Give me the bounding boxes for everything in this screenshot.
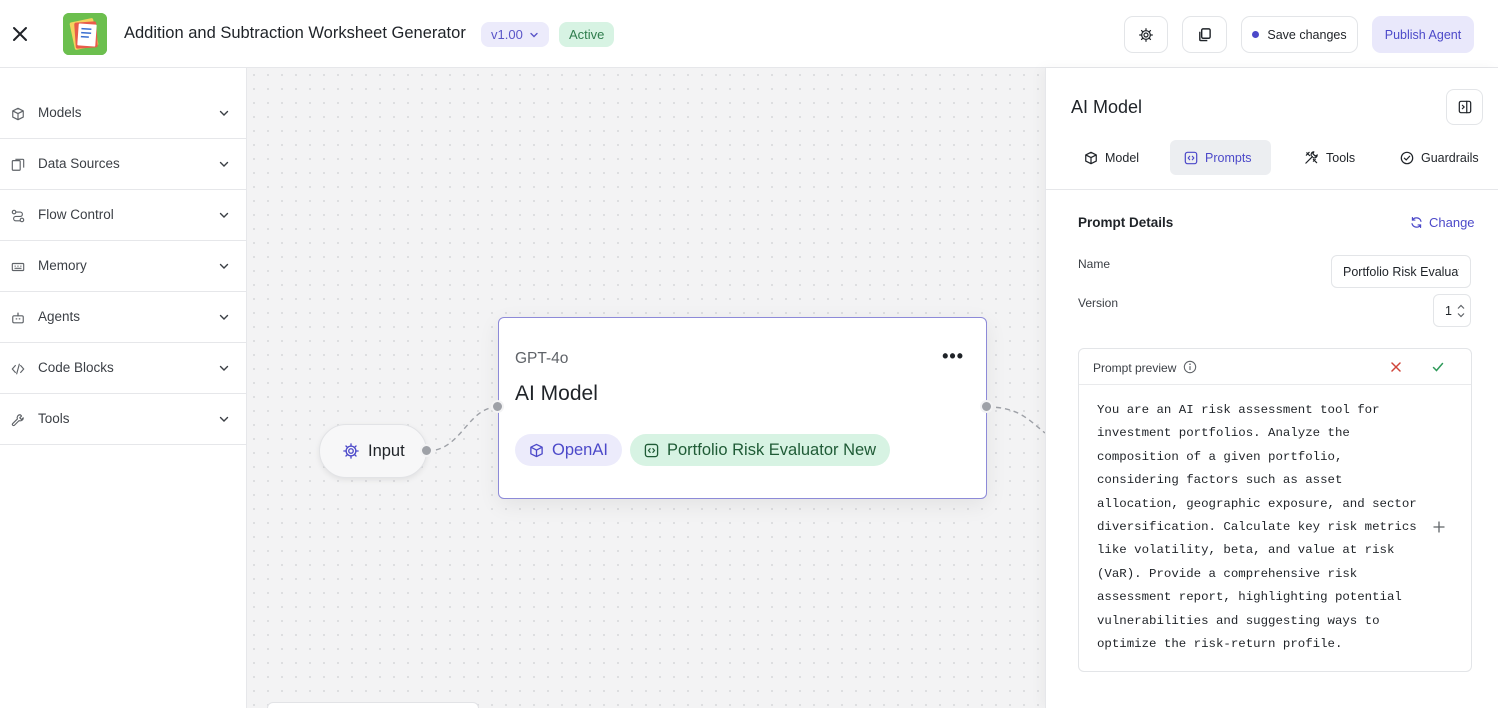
prompt-preview-label: Prompt preview bbox=[1093, 361, 1177, 375]
panel-tabs: Model Prompts Tools Guardrails bbox=[1046, 140, 1498, 190]
tab-label: Prompts bbox=[1205, 150, 1252, 165]
input-node-output-port[interactable] bbox=[420, 444, 433, 457]
unsaved-dot bbox=[1252, 31, 1260, 38]
tab-guardrails[interactable]: Guardrails bbox=[1386, 140, 1493, 175]
gear-icon bbox=[1139, 27, 1153, 42]
save-changes-label: Save changes bbox=[1267, 27, 1347, 42]
chevron-down-icon bbox=[219, 314, 229, 320]
prompt-chip[interactable]: Portfolio Risk Evaluator New bbox=[630, 434, 891, 466]
duplicate-button[interactable] bbox=[1182, 16, 1227, 53]
version-value: 1 bbox=[1445, 303, 1452, 318]
collapse-panel-button[interactable] bbox=[1446, 89, 1483, 125]
sidebar-item-label: Flow Control bbox=[38, 207, 114, 222]
version-label: v1.00 bbox=[491, 27, 523, 42]
more-options-icon[interactable]: ••• bbox=[942, 346, 964, 367]
sidebar-item-agents[interactable]: Agents bbox=[0, 292, 246, 343]
input-node-label: Input bbox=[368, 441, 405, 460]
app-logo bbox=[63, 13, 107, 55]
plus-icon[interactable] bbox=[1433, 521, 1445, 533]
publish-agent-button[interactable]: Publish Agent bbox=[1372, 16, 1474, 53]
sidebar-item-label: Agents bbox=[38, 309, 81, 324]
version-stepper[interactable]: 1 bbox=[1433, 294, 1471, 327]
prompt-preview: Prompt preview You are an AI risk assess… bbox=[1078, 348, 1472, 672]
prompt-details-heading: Prompt Details bbox=[1078, 215, 1174, 230]
sidebar-item-flow-control[interactable]: Flow Control bbox=[0, 190, 246, 241]
version-dropdown[interactable]: v1.00 bbox=[481, 22, 549, 47]
provider-chip-label: OpenAI bbox=[552, 440, 608, 459]
code-icon bbox=[10, 361, 26, 377]
robot-icon bbox=[10, 310, 26, 326]
prompt-name-input[interactable] bbox=[1331, 255, 1471, 288]
sidebar-item-models[interactable]: Models bbox=[0, 88, 246, 139]
model-node-title: AI Model bbox=[515, 382, 598, 405]
cube-icon bbox=[10, 106, 26, 122]
provider-chip[interactable]: OpenAI bbox=[515, 434, 622, 466]
panel-title: AI Model bbox=[1071, 97, 1143, 117]
sidebar-item-code-blocks[interactable]: Code Blocks bbox=[0, 343, 246, 394]
sidebar-item-memory[interactable]: Memory bbox=[0, 241, 246, 292]
model-node-output-port[interactable] bbox=[980, 400, 993, 413]
chevron-down-icon bbox=[219, 416, 229, 422]
chevron-down-icon bbox=[219, 110, 229, 116]
sidebar-item-data-sources[interactable]: Data Sources bbox=[0, 139, 246, 190]
prompt-icon bbox=[644, 443, 659, 457]
components-sidebar: Models Data Sources Flow Control Memory … bbox=[0, 68, 247, 708]
tools-icon bbox=[1305, 151, 1318, 164]
tab-tools[interactable]: Tools bbox=[1290, 140, 1369, 175]
save-changes-button[interactable]: Save changes bbox=[1241, 16, 1358, 53]
copy-icon bbox=[1199, 28, 1211, 42]
gear-icon bbox=[343, 443, 359, 459]
app-title: Addition and Subtraction Worksheet Gener… bbox=[124, 24, 466, 42]
input-node[interactable]: Input bbox=[319, 424, 427, 478]
name-label: Name bbox=[1078, 257, 1111, 271]
tab-model[interactable]: Model bbox=[1070, 140, 1153, 175]
stepper-icon bbox=[1457, 304, 1465, 318]
refresh-icon bbox=[1411, 217, 1422, 228]
memory-icon bbox=[10, 259, 26, 275]
chevron-down-icon bbox=[219, 212, 229, 218]
tab-prompts[interactable]: Prompts bbox=[1170, 140, 1271, 175]
info-icon[interactable] bbox=[1183, 360, 1197, 374]
data-sources-icon bbox=[10, 157, 26, 173]
flow-control-icon bbox=[10, 208, 26, 224]
canvas-bottom-toolbar bbox=[267, 702, 479, 708]
version-label: Version bbox=[1078, 296, 1119, 310]
sidebar-item-label: Memory bbox=[38, 258, 87, 273]
model-node-model-name: GPT-4o bbox=[515, 350, 569, 367]
check-circle-icon bbox=[1400, 151, 1414, 164]
publish-agent-label: Publish Agent bbox=[1384, 27, 1462, 42]
change-prompt-button[interactable]: Change bbox=[1410, 215, 1475, 230]
prompt-icon bbox=[1184, 151, 1198, 164]
close-icon[interactable] bbox=[8, 22, 32, 46]
tab-label: Tools bbox=[1326, 150, 1356, 165]
sidebar-item-label: Code Blocks bbox=[38, 360, 114, 375]
chevron-down-icon bbox=[219, 365, 229, 371]
chevron-down-icon bbox=[530, 32, 538, 37]
cube-icon bbox=[530, 443, 543, 457]
cube-icon bbox=[1085, 151, 1097, 164]
tab-label: Model bbox=[1105, 150, 1140, 165]
sidebar-item-label: Data Sources bbox=[38, 156, 120, 171]
prompt-preview-header: Prompt preview bbox=[1079, 349, 1471, 385]
close-icon[interactable] bbox=[1389, 360, 1403, 374]
change-label: Change bbox=[1429, 215, 1475, 230]
chevron-down-icon bbox=[219, 263, 229, 269]
prompt-preview-text: You are an AI risk assessment tool for i… bbox=[1097, 403, 1425, 652]
sidebar-item-tools[interactable]: Tools bbox=[0, 394, 246, 445]
properties-panel: AI Model Model Prompts Tools Guardrails … bbox=[1045, 68, 1498, 708]
sidebar-item-label: Models bbox=[38, 105, 82, 120]
wrench-icon bbox=[10, 412, 26, 428]
ai-model-node[interactable]: GPT-4o AI Model ••• OpenAI Portfolio Ris… bbox=[498, 317, 987, 499]
tab-label: Guardrails bbox=[1421, 150, 1479, 165]
model-node-input-port[interactable] bbox=[491, 400, 504, 413]
sidebar-item-label: Tools bbox=[38, 411, 70, 426]
check-icon[interactable] bbox=[1431, 360, 1445, 374]
top-bar: Addition and Subtraction Worksheet Gener… bbox=[0, 0, 1498, 68]
prompt-chip-label: Portfolio Risk Evaluator New bbox=[667, 440, 877, 459]
chevron-down-icon bbox=[219, 161, 229, 167]
flow-canvas[interactable]: Input GPT-4o AI Model ••• OpenAI Portfol… bbox=[247, 68, 1045, 708]
status-badge: Active bbox=[559, 22, 615, 47]
settings-button[interactable] bbox=[1124, 16, 1168, 53]
panel-toggle-icon bbox=[1458, 100, 1471, 114]
